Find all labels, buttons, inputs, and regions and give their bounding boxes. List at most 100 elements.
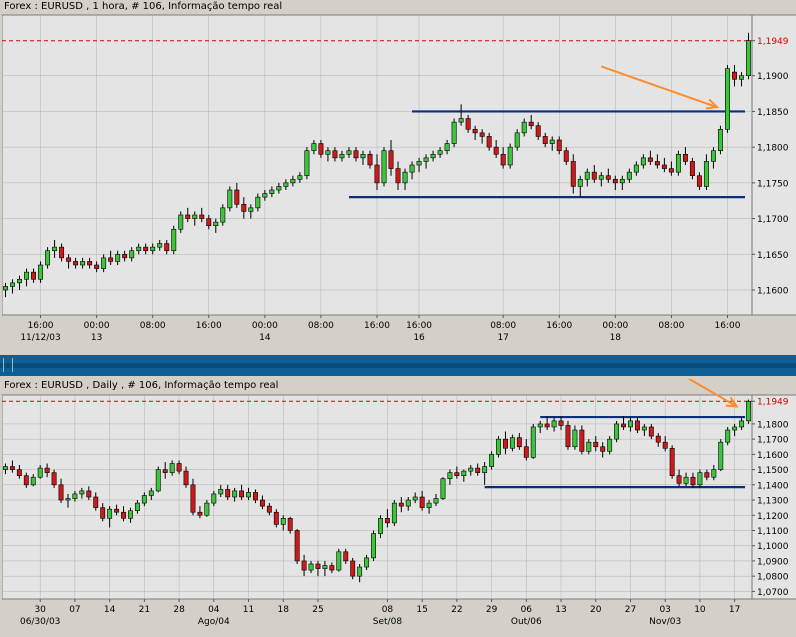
candle-body — [388, 150, 394, 169]
candle-body — [45, 250, 51, 266]
candle-body — [551, 420, 557, 428]
candle-body — [409, 164, 415, 173]
candle-body — [325, 150, 331, 155]
x-date-label: 17 — [497, 333, 508, 343]
candle-body — [661, 164, 667, 169]
candle-body — [591, 171, 597, 180]
candle-body — [24, 271, 30, 280]
candle-body — [447, 472, 453, 480]
candle-body — [178, 214, 184, 230]
candle-body — [419, 496, 425, 508]
candle-body — [626, 171, 632, 180]
x-tick-label: 11 — [243, 605, 254, 615]
x-tick-label: 16:00 — [714, 321, 740, 331]
candle-body — [433, 498, 439, 504]
candle-body — [739, 420, 745, 428]
candle-body — [31, 271, 37, 280]
candle-body — [276, 186, 282, 191]
candle-body — [255, 196, 261, 209]
candle-body — [614, 423, 620, 440]
candle-body — [475, 467, 481, 473]
x-tick-label: 00:00 — [252, 321, 278, 331]
candle-body — [87, 261, 93, 266]
pane-splitter[interactable] — [0, 355, 796, 376]
candle-body — [696, 175, 702, 187]
candle-body — [66, 257, 72, 262]
candle-body — [23, 475, 29, 486]
candle-body — [52, 246, 58, 252]
hourly-candlestick-chart[interactable]: 1,1949 1,1900 1,1850 1,1800 1,1750 1,1700 1,16… — [0, 0, 796, 351]
candle-body — [121, 511, 126, 519]
candle-body — [655, 435, 661, 443]
candle-body — [343, 551, 349, 562]
candle-body — [647, 157, 653, 162]
candle-body — [218, 489, 224, 495]
candle-body — [717, 128, 723, 152]
candle-body — [641, 426, 647, 431]
candle-body — [454, 472, 460, 476]
x-tick-label: 16:00 — [196, 321, 222, 331]
candle-body — [430, 153, 436, 159]
candle-body — [570, 161, 576, 187]
candle-body — [496, 438, 501, 455]
x-tick-label: 15 — [416, 605, 427, 615]
candle-body — [493, 146, 499, 155]
candle-body — [384, 518, 390, 524]
x-tick-label: 08:00 — [308, 321, 334, 331]
candle-body — [94, 264, 100, 269]
candle-body — [10, 282, 15, 287]
x-date-label: 13 — [91, 333, 102, 343]
candle-body — [648, 426, 654, 437]
candle-body — [440, 478, 446, 499]
candle-body — [690, 476, 696, 486]
x-date-label: Set/08 — [373, 617, 403, 627]
daily-chart-pane: Forex : EURUSD , Daily , # 106, Informaç… — [0, 379, 796, 637]
candle-body — [304, 150, 310, 177]
candle-body — [86, 490, 92, 498]
candle-body — [339, 153, 345, 159]
x-tick-label: 14 — [104, 605, 116, 615]
candle-body — [37, 467, 43, 478]
candle-body — [654, 161, 660, 166]
y-tick-label: 1,0700 — [757, 588, 789, 598]
candle-body — [213, 221, 219, 227]
candle-body — [128, 510, 133, 519]
candle-body — [544, 423, 550, 428]
x-tick-label: 08:00 — [658, 321, 684, 331]
candle-body — [689, 161, 695, 177]
splitter-grip-icon[interactable] — [3, 358, 13, 372]
y-tick-label: 1,1000 — [757, 542, 789, 552]
candle-body — [51, 472, 57, 486]
candle-body — [556, 139, 562, 152]
candle-body — [724, 68, 730, 130]
candle-body — [266, 505, 272, 513]
candle-body — [593, 441, 599, 448]
y-tick-label: 1,1650 — [757, 251, 789, 261]
candle-body — [262, 193, 268, 198]
candle-body — [283, 182, 289, 187]
x-tick-label: 30 — [34, 605, 46, 615]
y-tick-label: 1,1900 — [757, 72, 789, 82]
candle-body — [290, 178, 296, 184]
candle-body — [451, 121, 457, 144]
candle-body — [549, 139, 555, 144]
candle-body — [346, 150, 352, 155]
candle-body — [232, 490, 238, 498]
candle-body — [176, 463, 182, 472]
candle-body — [634, 420, 640, 431]
candle-body — [108, 257, 114, 262]
candle-body — [206, 218, 212, 227]
candle-body — [398, 502, 404, 507]
candle-body — [353, 150, 359, 159]
daily-candlestick-chart[interactable]: 1,1949 1,1800 1,1700 1,1600 1,1500 1,1400 1,13… — [0, 379, 796, 637]
candle-body — [253, 492, 258, 501]
y-tick-label: 1,1750 — [757, 179, 789, 189]
x-tick-label: 07 — [69, 605, 80, 615]
candle-body — [100, 507, 106, 519]
candle-body — [72, 493, 78, 499]
candle-body — [482, 466, 488, 473]
candle-body — [378, 518, 383, 534]
candle-body — [472, 128, 478, 134]
x-tick-label: 20 — [590, 605, 602, 615]
candle-body — [718, 441, 724, 470]
